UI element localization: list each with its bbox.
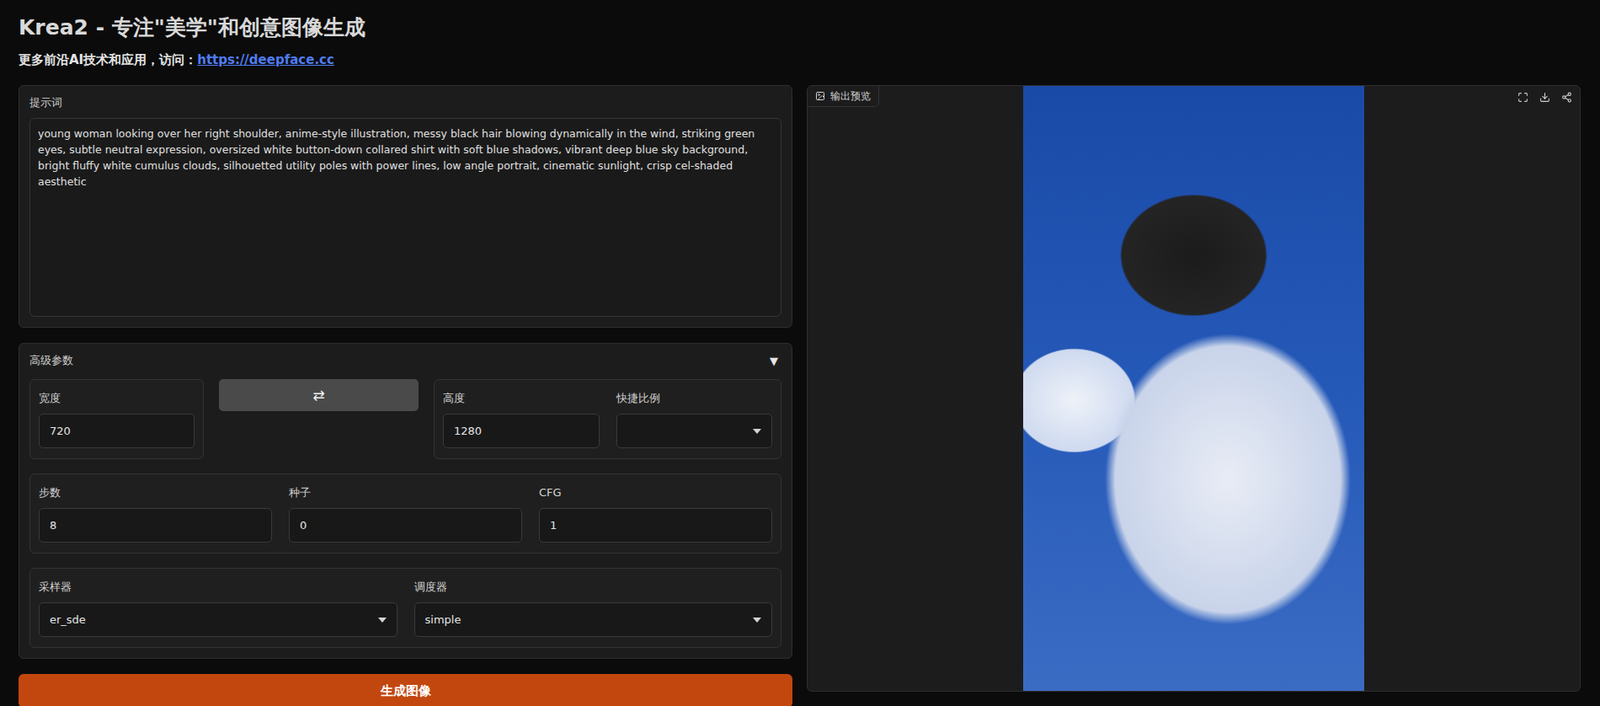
main-columns: 提示词 young woman looking over her right sh… [18, 85, 1581, 706]
number-input[interactable]: 8 [38, 507, 272, 543]
number-input[interactable]: 720 [38, 413, 195, 448]
param-field: 宽度 720 [38, 389, 195, 448]
advanced-header[interactable]: 高级参数 ▼ [29, 352, 782, 369]
image-icon [815, 90, 826, 102]
param-field: 快捷比例 [616, 389, 774, 448]
page-title: Krea2 - 专注"美学"和创意图像生成 [18, 13, 1581, 43]
field-label: 高度 [442, 389, 600, 407]
generate-button[interactable]: 生成图像 [18, 673, 793, 706]
select-box[interactable]: simple [414, 602, 774, 637]
number-input[interactable]: 0 [288, 507, 523, 543]
field-label: 步数 [38, 484, 272, 502]
download-button[interactable] [1534, 87, 1555, 107]
advanced-panel: 高级参数 ▼ 宽度 720 ⇄ 高度 1280 快捷比例步数 8 种子 0 CFG 1 采样器 er_sde… [18, 342, 793, 659]
width-group: 宽度 720 [29, 378, 204, 459]
number-input[interactable]: 1 [538, 507, 773, 543]
param-field: CFG 1 [538, 484, 773, 543]
subtitle: 更多前沿AI技术和应用，访问：https://deepface.cc [18, 50, 1581, 70]
dropdown-arrow-icon [752, 617, 762, 623]
prompt-label: 提示词 [29, 94, 782, 112]
collapse-toggle[interactable]: ▼ [769, 354, 782, 368]
param-field: 采样器 er_sde [38, 578, 398, 637]
dropdown-arrow-icon [752, 428, 762, 434]
page: Krea2 - 专注"美学"和创意图像生成更多前沿AI技术和应用，访问：http… [0, 0, 1600, 706]
fullscreen-icon [1517, 91, 1529, 103]
field-label: 宽度 [38, 389, 195, 407]
param-group: 采样器 er_sde 调度器 simple [29, 567, 782, 648]
download-icon [1539, 91, 1551, 103]
number-input[interactable]: 1280 [442, 413, 600, 448]
output-toolbar [1512, 87, 1577, 107]
field-label: 调度器 [414, 578, 774, 596]
select-box[interactable] [616, 413, 774, 448]
share-icon [1561, 91, 1573, 103]
site-link[interactable]: https://deepface.cc [197, 52, 335, 68]
field-label: CFG [538, 484, 773, 502]
dropdown-arrow-icon [378, 617, 387, 623]
param-group: 步数 8 种子 0 CFG 1 [29, 473, 782, 554]
share-button[interactable] [1556, 87, 1577, 107]
param-field: 调度器 simple [414, 578, 774, 637]
prompt-panel: 提示词 young woman looking over her right sh… [18, 85, 793, 328]
generated-image [1023, 85, 1365, 691]
field-label: 种子 [288, 484, 523, 502]
fullscreen-button[interactable] [1512, 87, 1533, 107]
param-field: 步数 8 [38, 484, 272, 543]
header: Krea2 - 专注"美学"和创意图像生成更多前沿AI技术和应用，访问：http… [18, 13, 1581, 70]
output-panel: 输出预览 [806, 85, 1581, 692]
param-field: 高度 1280 [442, 389, 600, 448]
advanced-label: 高级参数 [29, 352, 74, 369]
size-row: 宽度 720 ⇄ 高度 1280 快捷比例 [29, 378, 782, 459]
param-field: 种子 0 [288, 484, 523, 543]
param-rows: 宽度 720 ⇄ 高度 1280 快捷比例步数 8 种子 0 CFG 1 采样器 er_sde 调度器 si… [29, 378, 782, 648]
prompt-textarea[interactable]: young woman looking over her right shoul… [29, 117, 782, 317]
height-group: 高度 1280 快捷比例 [433, 378, 782, 459]
output-label: 输出预览 [807, 85, 880, 107]
field-label: 快捷比例 [616, 389, 774, 407]
field-label: 采样器 [38, 578, 398, 596]
left-column: 提示词 young woman looking over her right sh… [18, 85, 793, 706]
swap-button[interactable]: ⇄ [218, 378, 419, 411]
select-box[interactable]: er_sde [38, 602, 398, 637]
